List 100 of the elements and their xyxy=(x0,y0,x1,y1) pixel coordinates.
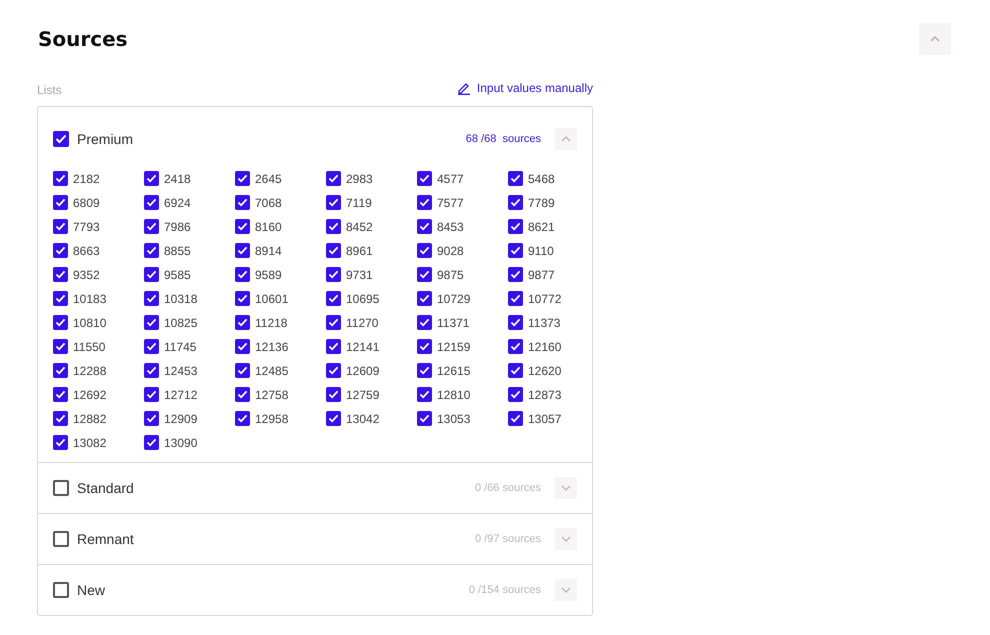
source-checkbox[interactable]: 12485 xyxy=(235,363,326,378)
source-checkbox[interactable]: 9352 xyxy=(53,267,144,282)
check-icon xyxy=(55,198,66,207)
source-checkbox[interactable]: 11270 xyxy=(326,315,417,330)
source-checkbox[interactable]: 12609 xyxy=(326,363,417,378)
lists-label: Lists xyxy=(37,82,62,97)
source-checkbox[interactable]: 9589 xyxy=(235,267,326,282)
source-checkbox[interactable]: 12160 xyxy=(508,339,599,354)
input-manually-link[interactable]: Input values manually xyxy=(456,81,593,95)
source-checkbox[interactable]: 6809 xyxy=(53,195,144,210)
source-checkbox[interactable]: 5468 xyxy=(508,171,599,186)
source-checkbox[interactable]: 12882 xyxy=(53,411,144,426)
source-checkbox[interactable]: 11371 xyxy=(417,315,508,330)
source-checkbox[interactable]: 10183 xyxy=(53,291,144,306)
source-checkbox[interactable]: 10825 xyxy=(144,315,235,330)
collapse-button[interactable] xyxy=(919,23,951,55)
check-icon xyxy=(419,270,430,279)
source-checkbox[interactable]: 7577 xyxy=(417,195,508,210)
source-checkbox[interactable]: 2645 xyxy=(235,171,326,186)
source-checkbox[interactable]: 11373 xyxy=(508,315,599,330)
check-icon xyxy=(419,294,430,303)
source-checkbox[interactable]: 8914 xyxy=(235,243,326,258)
source-checkbox[interactable]: 9110 xyxy=(508,243,599,258)
group-checkbox[interactable]: Remnant xyxy=(53,531,475,547)
check-icon xyxy=(419,342,430,351)
source-checkbox[interactable]: 12810 xyxy=(417,387,508,402)
source-checkbox[interactable]: 8621 xyxy=(508,219,599,234)
source-checkbox[interactable]: 2182 xyxy=(53,171,144,186)
chevron-icon xyxy=(561,485,571,491)
source-checkbox[interactable]: 12909 xyxy=(144,411,235,426)
check-icon xyxy=(510,198,521,207)
source-checkbox[interactable]: 12136 xyxy=(235,339,326,354)
source-checkbox[interactable]: 12615 xyxy=(417,363,508,378)
check-icon xyxy=(328,366,339,375)
group-checkbox[interactable]: Premium xyxy=(53,131,466,147)
source-checkbox[interactable]: 11550 xyxy=(53,339,144,354)
source-checkbox[interactable]: 12288 xyxy=(53,363,144,378)
chevron-icon xyxy=(561,136,571,142)
check-icon xyxy=(55,342,66,351)
source-checkbox[interactable]: 10772 xyxy=(508,291,599,306)
source-checkbox[interactable]: 12159 xyxy=(417,339,508,354)
source-checkbox[interactable]: 13053 xyxy=(417,411,508,426)
source-checkbox[interactable]: 6924 xyxy=(144,195,235,210)
check-icon xyxy=(146,342,157,351)
source-checkbox[interactable]: 13082 xyxy=(53,435,144,450)
source-checkbox[interactable]: 10601 xyxy=(235,291,326,306)
expand-button[interactable] xyxy=(555,528,577,550)
source-checkbox[interactable]: 4577 xyxy=(417,171,508,186)
source-checkbox[interactable]: 12712 xyxy=(144,387,235,402)
check-icon xyxy=(55,246,66,255)
source-checkbox[interactable]: 2418 xyxy=(144,171,235,186)
source-checkbox[interactable]: 7068 xyxy=(235,195,326,210)
check-icon xyxy=(55,318,66,327)
source-checkbox[interactable]: 8160 xyxy=(235,219,326,234)
source-checkbox[interactable]: 11745 xyxy=(144,339,235,354)
source-checkbox[interactable]: 10695 xyxy=(326,291,417,306)
source-checkbox[interactable]: 10729 xyxy=(417,291,508,306)
source-checkbox[interactable]: 9875 xyxy=(417,267,508,282)
source-checkbox[interactable]: 12453 xyxy=(144,363,235,378)
source-checkbox[interactable]: 9585 xyxy=(144,267,235,282)
source-checkbox[interactable]: 8663 xyxy=(53,243,144,258)
source-checkbox[interactable]: 8452 xyxy=(326,219,417,234)
check-icon xyxy=(146,246,157,255)
source-checkbox[interactable]: 9028 xyxy=(417,243,508,258)
source-checkbox[interactable]: 12692 xyxy=(53,387,144,402)
source-checkbox[interactable]: 13057 xyxy=(508,411,599,426)
check-icon xyxy=(237,318,248,327)
source-checkbox[interactable]: 12759 xyxy=(326,387,417,402)
check-icon xyxy=(237,246,248,255)
source-checkbox[interactable]: 7793 xyxy=(53,219,144,234)
expand-button[interactable] xyxy=(555,579,577,601)
group-checkbox[interactable]: New xyxy=(53,582,469,598)
source-checkbox[interactable]: 12141 xyxy=(326,339,417,354)
source-checkbox[interactable]: 7986 xyxy=(144,219,235,234)
source-checkbox[interactable]: 13090 xyxy=(144,435,235,450)
source-count: 68 /68 sources xyxy=(466,133,541,145)
source-checkbox[interactable]: 11218 xyxy=(235,315,326,330)
group-checkbox[interactable]: Standard xyxy=(53,480,475,496)
expand-button[interactable] xyxy=(555,477,577,499)
expand-button[interactable] xyxy=(555,128,577,150)
source-checkbox[interactable]: 7119 xyxy=(326,195,417,210)
source-checkbox[interactable]: 2983 xyxy=(326,171,417,186)
source-checkbox[interactable]: 12620 xyxy=(508,363,599,378)
source-checkbox[interactable]: 8453 xyxy=(417,219,508,234)
source-checkbox[interactable]: 12758 xyxy=(235,387,326,402)
source-checkbox[interactable]: 9877 xyxy=(508,267,599,282)
check-icon xyxy=(237,366,248,375)
pencil-icon xyxy=(456,81,471,95)
source-checkbox[interactable]: 10318 xyxy=(144,291,235,306)
section-title: Sources xyxy=(38,27,128,51)
source-checkbox[interactable]: 13042 xyxy=(326,411,417,426)
check-icon xyxy=(237,174,248,183)
source-checkbox[interactable]: 8855 xyxy=(144,243,235,258)
source-checkbox[interactable]: 10810 xyxy=(53,315,144,330)
source-checkbox[interactable]: 9731 xyxy=(326,267,417,282)
source-checkbox[interactable]: 12958 xyxy=(235,411,326,426)
check-icon xyxy=(510,270,521,279)
source-checkbox[interactable]: 7789 xyxy=(508,195,599,210)
source-checkbox[interactable]: 8961 xyxy=(326,243,417,258)
source-checkbox[interactable]: 12873 xyxy=(508,387,599,402)
